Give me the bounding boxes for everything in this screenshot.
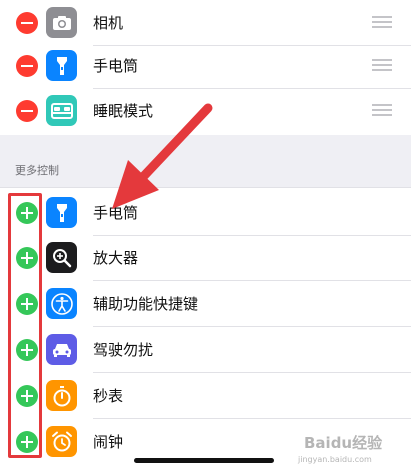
annotation-arrow-icon <box>112 103 213 209</box>
watermark-url: jingyan.baidu.com <box>298 455 372 464</box>
watermark: Baidu经验 <box>304 434 383 452</box>
home-indicator[interactable] <box>134 458 274 463</box>
